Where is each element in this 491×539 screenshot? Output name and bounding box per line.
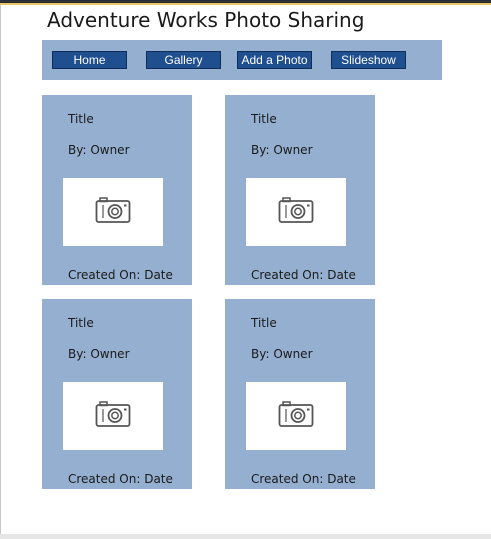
photo-owner: By: Owner bbox=[251, 143, 313, 157]
photo-title: Title bbox=[68, 112, 94, 126]
photo-thumbnail[interactable] bbox=[246, 382, 346, 450]
photo-thumbnail[interactable] bbox=[63, 382, 163, 450]
photo-owner: By: Owner bbox=[68, 347, 130, 361]
photo-created-date: Created On: Date bbox=[251, 472, 356, 486]
photo-thumbnail[interactable] bbox=[246, 178, 346, 246]
photo-owner: By: Owner bbox=[251, 347, 313, 361]
photo-card[interactable]: Title By: Owner Created On: Date bbox=[42, 299, 192, 489]
camera-icon bbox=[95, 401, 131, 427]
camera-icon bbox=[95, 197, 131, 223]
window-bottom-border bbox=[0, 534, 491, 539]
camera-icon bbox=[278, 401, 314, 427]
photo-card[interactable]: Title By: Owner Created On: Date bbox=[42, 95, 192, 285]
slideshow-button[interactable]: Slideshow bbox=[331, 51, 406, 69]
photo-created-date: Created On: Date bbox=[68, 472, 173, 486]
camera-icon bbox=[278, 197, 314, 223]
photo-title: Title bbox=[251, 316, 277, 330]
window-accent-line bbox=[0, 3, 491, 5]
site-title: Adventure Works Photo Sharing bbox=[47, 8, 365, 32]
photo-title: Title bbox=[68, 316, 94, 330]
photo-card[interactable]: Title By: Owner Created On: Date bbox=[225, 95, 375, 285]
navigation-bar: Home Gallery Add a Photo Slideshow bbox=[42, 40, 442, 80]
add-photo-button[interactable]: Add a Photo bbox=[237, 51, 312, 69]
gallery-button[interactable]: Gallery bbox=[146, 51, 221, 69]
photo-thumbnail[interactable] bbox=[63, 178, 163, 246]
photo-created-date: Created On: Date bbox=[251, 268, 356, 282]
photo-owner: By: Owner bbox=[68, 143, 130, 157]
photo-created-date: Created On: Date bbox=[68, 268, 173, 282]
photo-title: Title bbox=[251, 112, 277, 126]
photo-card[interactable]: Title By: Owner Created On: Date bbox=[225, 299, 375, 489]
home-button[interactable]: Home bbox=[52, 51, 127, 69]
window-top-border bbox=[0, 0, 491, 5]
window-left-border bbox=[0, 5, 1, 534]
